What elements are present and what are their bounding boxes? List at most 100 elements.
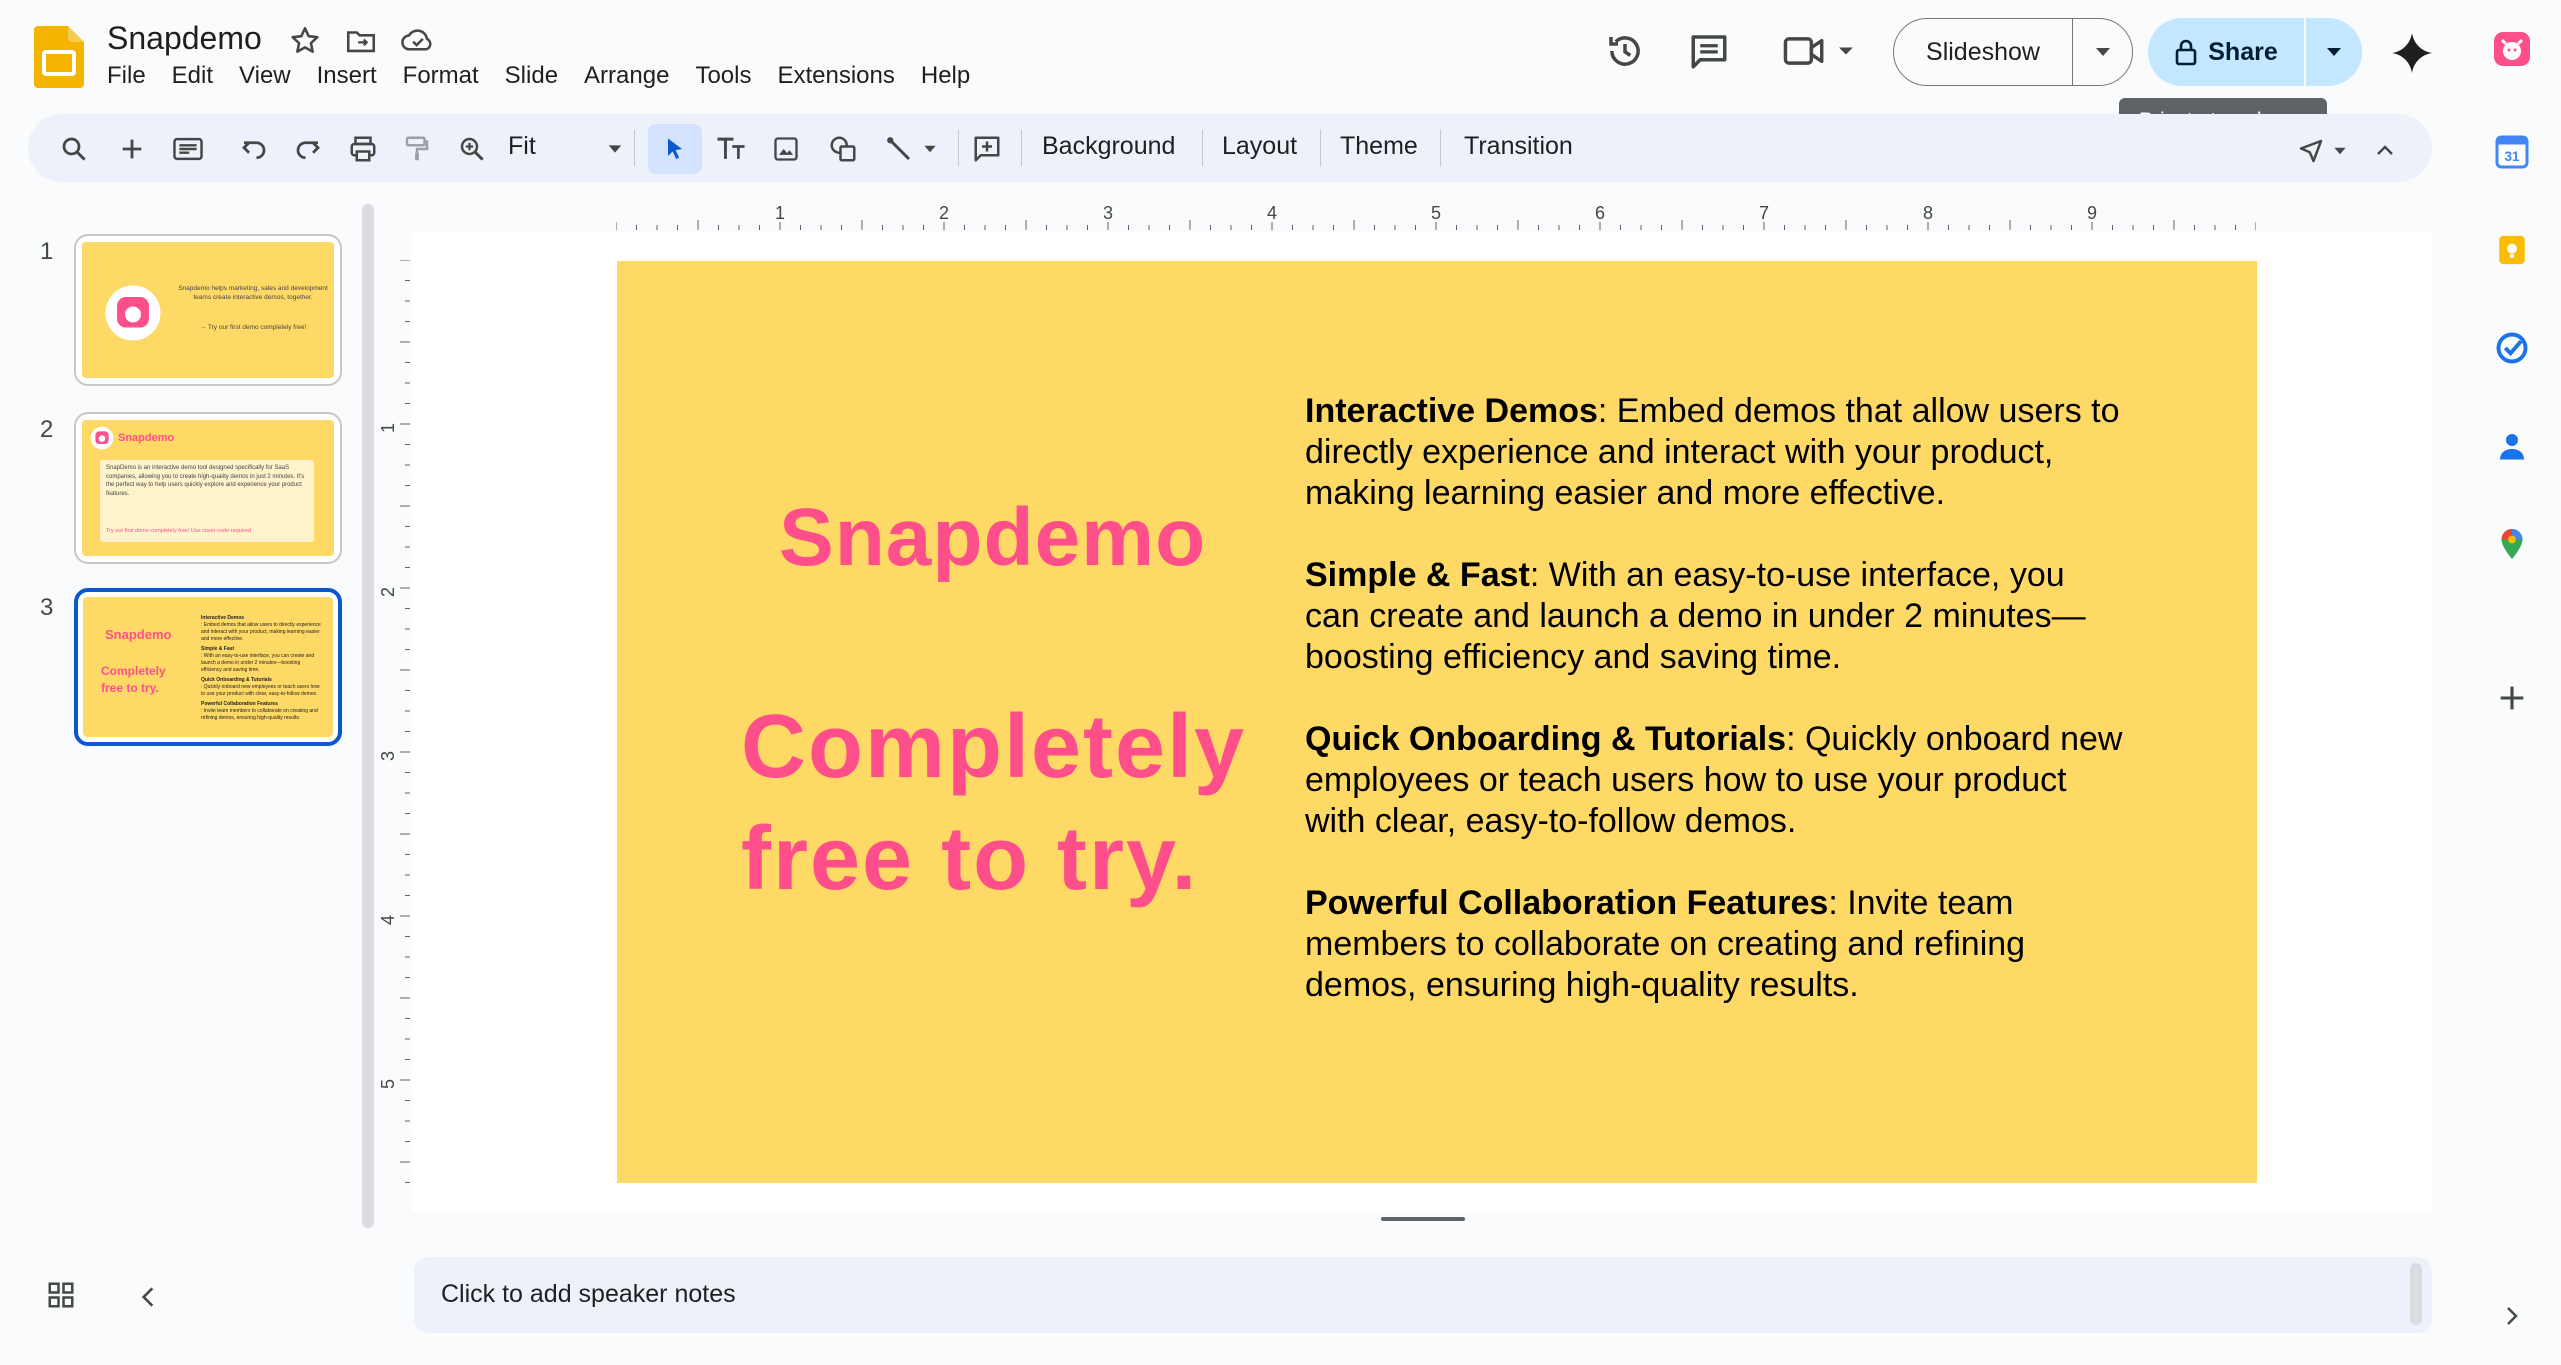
slides-logo-icon[interactable] (34, 26, 84, 88)
contacts-icon[interactable] (2490, 424, 2534, 468)
paint-format-icon[interactable] (396, 128, 438, 170)
menu-format[interactable]: Format (403, 62, 479, 90)
expand-side-panel-icon[interactable] (2502, 1304, 2522, 1328)
new-slide-icon[interactable] (111, 128, 153, 170)
calendar-icon[interactable]: 31 (2490, 130, 2534, 174)
thumb-3-heading: Snapdemo (105, 627, 172, 642)
vertical-ruler[interactable]: 1 2 3 4 5 (380, 260, 410, 1200)
menu-extensions[interactable]: Extensions (777, 62, 894, 90)
document-title[interactable]: Snapdemo (107, 20, 262, 57)
zoom-icon[interactable] (451, 128, 493, 170)
thumb-3-tagline: Completely free to try. (101, 664, 166, 695)
share-dropdown-icon[interactable] (2306, 46, 2362, 58)
undo-icon[interactable] (233, 128, 275, 170)
slideshow-dropdown-icon[interactable] (2073, 46, 2132, 58)
pointer-dropdown-icon[interactable] (2328, 130, 2352, 172)
menu-view[interactable]: View (239, 62, 291, 90)
search-menus-icon[interactable] (53, 128, 95, 170)
filmstrip-scrollbar[interactable] (362, 204, 374, 1228)
slide-body-text[interactable]: Interactive Demos: Embed demos that allo… (1305, 391, 2125, 1047)
snapdemo-logo-icon (90, 426, 114, 450)
slide-heading[interactable]: Snapdemo (779, 491, 1206, 585)
slideshow-button[interactable]: Slideshow (1893, 18, 2133, 86)
add-icon[interactable] (2490, 676, 2534, 720)
menu-insert[interactable]: Insert (317, 62, 377, 90)
background-button[interactable]: Background (1042, 132, 1175, 161)
redo-icon[interactable] (287, 128, 329, 170)
ruler-label: 9 (2087, 203, 2097, 223)
ruler-label: 2 (939, 203, 949, 223)
gemini-icon[interactable] (2389, 30, 2435, 76)
feature-paragraph: Quick Onboarding & Tutorials: Quickly on… (1305, 719, 2125, 842)
layout-button[interactable]: Layout (1222, 132, 1297, 161)
maps-icon[interactable] (2490, 522, 2534, 566)
slide-number: 2 (40, 416, 54, 443)
thumb-2-text: SnapDemo is an interactive demo tool des… (106, 465, 305, 497)
thumb-1-cta: → Try our first demo completely free! (199, 324, 307, 331)
slide-thumbnail-3[interactable]: Snapdemo Completely free to try. Interac… (74, 588, 342, 746)
menu-arrange[interactable]: Arrange (584, 62, 669, 90)
menu-file[interactable]: File (107, 62, 146, 90)
feature-title: Quick Onboarding & Tutorials (1305, 720, 1787, 758)
grid-view-icon[interactable] (46, 1280, 76, 1310)
line-icon[interactable] (878, 128, 920, 170)
thumb-3-body: Interactive Demos : Embed demos that all… (201, 615, 321, 721)
slide-thumbnail-1[interactable]: Snapdemo helps marketing, sales and deve… (74, 234, 342, 386)
pointer-mode-icon[interactable] (2290, 130, 2332, 172)
ruler-label: 5 (380, 1079, 398, 1089)
star-icon[interactable] (288, 24, 322, 58)
shape-icon[interactable] (822, 128, 864, 170)
feature-paragraph: Simple & Fast: With an easy-to-use inter… (1305, 555, 2125, 678)
svg-text:31: 31 (2504, 149, 2520, 164)
ruler-label: 4 (1267, 203, 1277, 223)
menu-edit[interactable]: Edit (172, 62, 213, 90)
lock-icon (2174, 38, 2198, 66)
comments-icon[interactable] (1686, 28, 1732, 74)
menu-slide[interactable]: Slide (505, 62, 558, 90)
transition-button[interactable]: Transition (1464, 132, 1573, 161)
menu-help[interactable]: Help (921, 62, 970, 90)
share-label: Share (2208, 37, 2278, 66)
collapse-filmstrip-icon[interactable] (136, 1284, 160, 1310)
meet-video-icon[interactable] (1780, 28, 1860, 74)
theme-button[interactable]: Theme (1340, 132, 1418, 161)
feature-title: Simple & Fast (1305, 556, 1530, 594)
select-cursor-icon[interactable] (654, 128, 696, 170)
ruler-label: 1 (380, 423, 398, 433)
ruler-label: 2 (380, 587, 398, 597)
thumb-1-text: Snapdemo helps marketing, sales and deve… (178, 285, 328, 301)
feature-title: Powerful Collaboration Features (1305, 884, 1829, 922)
ruler-label: 3 (380, 751, 398, 761)
ruler-label: 4 (380, 915, 398, 925)
line-dropdown-icon[interactable] (918, 128, 942, 170)
menu-bar: File Edit View Insert Format Slide Arran… (107, 62, 996, 90)
ruler-label: 5 (1431, 203, 1441, 223)
text-box-icon[interactable] (710, 128, 752, 170)
zoom-value[interactable]: Fit (508, 132, 536, 161)
cloud-saved-icon (400, 24, 434, 58)
print-icon[interactable] (342, 128, 384, 170)
slide-layout-icon[interactable] (167, 128, 209, 170)
snapdemo-logo-icon (105, 285, 161, 341)
menu-tools[interactable]: Tools (695, 62, 751, 90)
collapse-toolbar-icon[interactable] (2364, 130, 2406, 172)
tasks-icon[interactable] (2490, 326, 2534, 370)
keep-icon[interactable] (2490, 228, 2534, 272)
current-slide[interactable]: Snapdemo Completely free to try. Interac… (617, 261, 2257, 1183)
version-history-icon[interactable] (1602, 28, 1648, 74)
slide-number: 1 (40, 238, 54, 265)
share-button[interactable]: Share (2148, 18, 2362, 86)
snapdemo-extension-icon[interactable] (2490, 26, 2534, 70)
notes-resize-handle[interactable] (1381, 1217, 1465, 1221)
insert-image-icon[interactable] (765, 128, 807, 170)
move-folder-icon[interactable] (344, 24, 378, 58)
horizontal-ruler[interactable]: 1 2 3 4 5 6 7 8 9 (616, 200, 2256, 230)
slide-tagline[interactable]: Completely free to try. (741, 691, 1246, 915)
speaker-notes-placeholder[interactable]: Click to add speaker notes (441, 1280, 736, 1309)
ruler-label: 7 (1759, 203, 1769, 223)
notes-scrollbar[interactable] (2410, 1263, 2422, 1325)
ruler-label: 1 (775, 203, 785, 223)
slide-thumbnail-2[interactable]: Snapdemo SnapDemo is an interactive demo… (74, 412, 342, 564)
add-comment-icon[interactable] (966, 128, 1008, 170)
zoom-dropdown-icon[interactable] (594, 128, 636, 170)
